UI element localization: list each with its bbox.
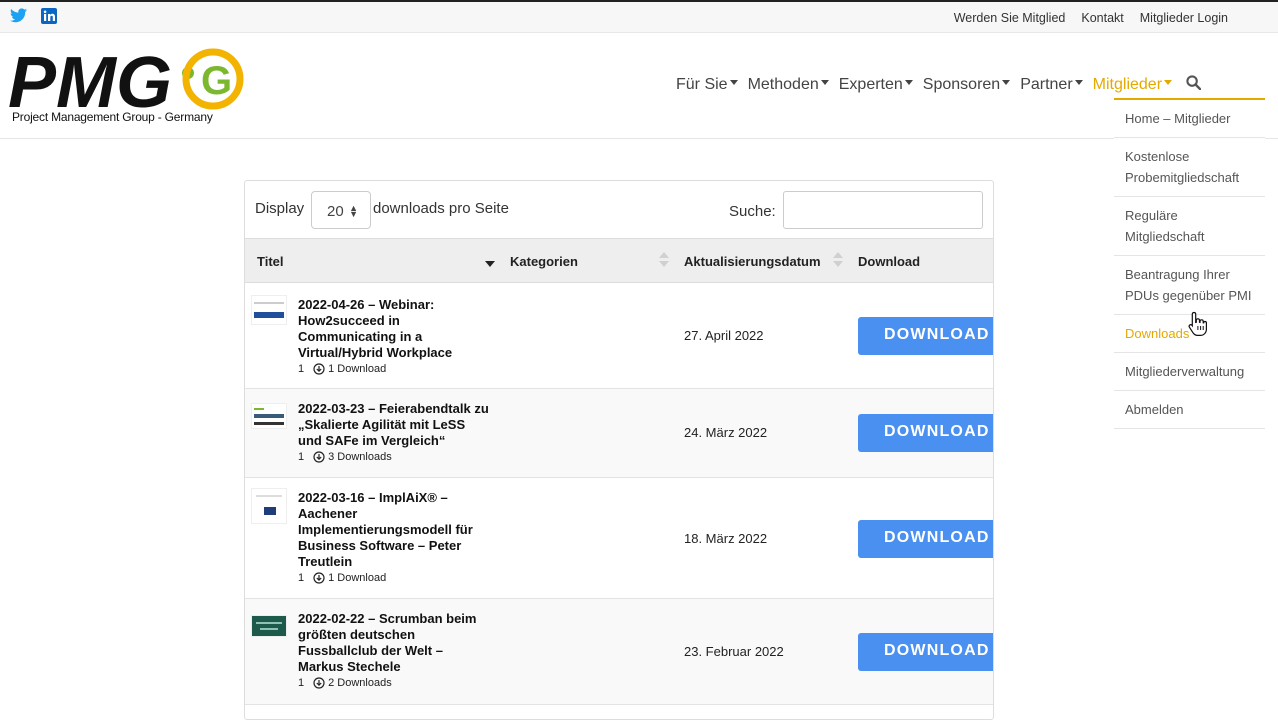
nav-item-partner[interactable]: Partner	[1020, 76, 1083, 94]
sort-icon[interactable]	[659, 252, 669, 270]
download-button[interactable]: DOWNLOAD	[858, 520, 993, 558]
sort-icon[interactable]	[485, 252, 495, 270]
column-header-titel[interactable]: Titel	[257, 254, 284, 269]
row-date: 18. März 2022	[684, 531, 768, 546]
download-button[interactable]: DOWNLOAD	[858, 414, 993, 452]
row-title[interactable]: 2022-04-26 – Webinar: How2succeed in Com…	[298, 297, 490, 361]
top-nav-contact[interactable]: Kontakt	[1081, 11, 1123, 25]
download-count: 1 Download	[328, 572, 387, 584]
dropdown-item-regulaere-mitgliedschaft[interactable]: Reguläre Mitgliedschaft	[1114, 197, 1265, 256]
main-nav: Für Sie Methoden Experten Sponsoren Part…	[676, 75, 1202, 95]
top-nav-join[interactable]: Werden Sie Mitglied	[954, 11, 1066, 25]
nav-item-fuer-sie[interactable]: Für Sie	[676, 76, 738, 94]
download-count: 1 Download	[328, 363, 387, 375]
logo-text: PMG	[8, 45, 172, 117]
nav-item-sponsoren[interactable]: Sponsoren	[922, 76, 1011, 94]
nav-item-methoden[interactable]: Methoden	[748, 76, 829, 94]
linkedin-icon[interactable]	[41, 8, 57, 29]
version-count: 1	[298, 363, 305, 375]
version-count: 1	[298, 572, 305, 584]
twitter-icon[interactable]	[10, 8, 27, 28]
select-arrows-icon: ▲ ▼	[349, 203, 358, 219]
row-title[interactable]: 2022-03-23 – Feierabendtalk zu „Skaliert…	[298, 401, 490, 449]
table-row: 2022-03-23 – Feierabendtalk zu „Skaliert…	[245, 389, 993, 478]
table-row: 2022-02-22 – Scrumban beim größten deuts…	[245, 599, 993, 705]
search-label: Suche:	[729, 203, 776, 220]
top-nav-member-login[interactable]: Mitglieder Login	[1140, 11, 1228, 25]
logo-graphic: PMG G	[8, 43, 244, 123]
download-button[interactable]: DOWNLOAD	[858, 317, 993, 355]
column-header-download: Download	[858, 254, 921, 269]
dropdown-item-pdus[interactable]: Beantragung Ihrer PDUs gegenüber PMI	[1114, 256, 1265, 315]
column-header-aktualisierungsdatum[interactable]: Aktualisierungsdatum	[684, 254, 821, 269]
caret-down-icon	[1074, 79, 1083, 85]
search-input[interactable]	[783, 191, 983, 229]
hand-cursor-icon	[1188, 311, 1207, 336]
display-label: Display	[255, 200, 305, 217]
mitglieder-dropdown: Home – Mitglieder Kostenlose Probemitgli…	[1114, 100, 1265, 429]
version-count: 1	[298, 451, 305, 463]
caret-down-icon	[820, 79, 829, 85]
per-page-suffix: downloads pro Seite	[373, 200, 509, 217]
download-button[interactable]: DOWNLOAD	[858, 633, 993, 671]
dropdown-item-mitgliederverwaltung[interactable]: Mitgliederverwaltung	[1114, 353, 1265, 391]
nav-item-label: Sponsoren	[922, 76, 1001, 93]
download-circle-icon	[313, 677, 325, 689]
document-thumbnail[interactable]	[251, 615, 287, 637]
nav-item-label: Methoden	[747, 76, 819, 93]
dropdown-item-home-mitglieder[interactable]: Home – Mitglieder	[1114, 100, 1265, 138]
sort-icon[interactable]	[833, 252, 843, 270]
document-thumbnail[interactable]	[251, 295, 287, 325]
row-meta: 1 3 Downloads	[298, 451, 392, 463]
caret-down-icon	[1164, 79, 1173, 85]
caret-down-icon	[729, 79, 738, 85]
nav-item-label: Partner	[1020, 76, 1073, 93]
per-page-select[interactable]: 20 ▲ ▼	[311, 191, 371, 229]
site-header: PMG G Project Management Group - Germany…	[0, 33, 1278, 139]
nav-item-mitglieder[interactable]: Mitglieder	[1092, 76, 1173, 94]
table-header: Titel Kategorien Aktualisierungsdatum Do…	[245, 238, 993, 283]
dropdown-item-probemitgliedschaft[interactable]: Kostenlose Probemitgliedschaft	[1114, 138, 1265, 197]
caret-down-icon	[904, 79, 913, 85]
row-meta: 1 1 Download	[298, 572, 386, 584]
search-icon[interactable]	[1186, 75, 1202, 95]
nav-item-label: Für Sie	[676, 76, 728, 93]
top-bar: Werden Sie Mitglied Kontakt Mitglieder L…	[0, 2, 1278, 33]
download-count: 3 Downloads	[328, 451, 392, 463]
logo-subtitle: Project Management Group - Germany	[12, 110, 213, 124]
top-nav: Werden Sie Mitglied Kontakt Mitglieder L…	[954, 11, 1228, 25]
document-thumbnail[interactable]	[251, 488, 287, 524]
table-row: 2022-04-26 – Webinar: How2succeed in Com…	[245, 283, 993, 389]
nav-item-experten[interactable]: Experten	[839, 76, 913, 94]
row-meta: 1 1 Download	[298, 363, 386, 375]
row-title[interactable]: 2022-03-16 – ImplAiX® – Aachener Impleme…	[298, 490, 490, 570]
row-title[interactable]: 2022-02-22 – Scrumban beim größten deuts…	[298, 611, 490, 675]
row-date: 24. März 2022	[684, 425, 768, 440]
column-header-kategorien[interactable]: Kategorien	[510, 254, 578, 269]
downloads-table-panel: Display 20 ▲ ▼ downloads pro Seite Suche:…	[244, 180, 994, 720]
dropdown-item-abmelden[interactable]: Abmelden	[1114, 391, 1265, 429]
table-controls: Display 20 ▲ ▼ downloads pro Seite Suche:	[245, 181, 993, 238]
table-row: 2022-03-16 – ImplAiX® – Aachener Impleme…	[245, 478, 993, 599]
version-count: 1	[298, 677, 305, 689]
download-count: 2 Downloads	[328, 677, 392, 689]
logo-letter: G	[201, 59, 232, 103]
download-circle-icon	[313, 572, 325, 584]
per-page-value: 20	[327, 203, 344, 220]
row-date: 27. April 2022	[684, 328, 764, 343]
nav-item-label: Experten	[838, 76, 903, 93]
nav-item-label: Mitglieder	[1092, 76, 1163, 93]
document-thumbnail[interactable]	[251, 403, 287, 429]
row-meta: 1 2 Downloads	[298, 677, 392, 689]
download-circle-icon	[313, 451, 325, 463]
row-date: 23. Februar 2022	[684, 644, 784, 659]
download-circle-icon	[313, 363, 325, 375]
caret-down-icon	[1002, 79, 1011, 85]
